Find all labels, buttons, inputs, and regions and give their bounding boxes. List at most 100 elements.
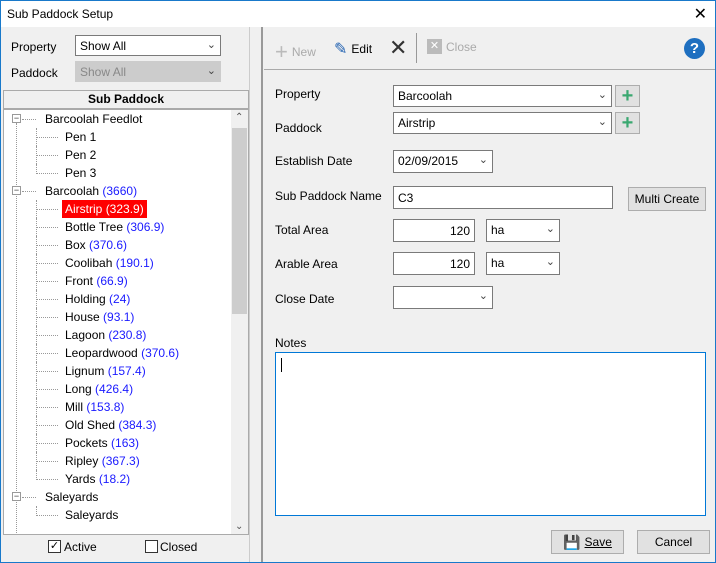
total-area-input[interactable]: 120 <box>393 219 475 242</box>
tree-item-label: Long <box>65 382 92 396</box>
notes-textarea[interactable] <box>275 352 706 516</box>
establish-date-picker[interactable]: 02/09/2015 ⌄ <box>393 150 493 173</box>
tree-connector <box>36 146 37 164</box>
close-date-picker[interactable]: ⌄ <box>393 286 493 309</box>
tree-header: Sub Paddock <box>3 90 249 109</box>
collapse-icon[interactable]: − <box>12 492 21 501</box>
tree-item[interactable]: Lignum (157.4) <box>62 362 149 380</box>
save-label: Save <box>584 535 612 549</box>
help-icon[interactable]: ? <box>684 38 705 59</box>
total-area-unit-select[interactable]: ha ⌄ <box>486 219 560 242</box>
chevron-down-icon: ⌄ <box>597 116 607 128</box>
total-area-label: Total Area <box>275 223 329 237</box>
scroll-thumb[interactable] <box>232 128 247 314</box>
tree-connector <box>36 209 58 210</box>
tree-item[interactable]: Saleyards <box>62 506 121 524</box>
tree-connector <box>36 461 58 462</box>
tree-connector <box>36 434 37 452</box>
chevron-down-icon: ⌄ <box>478 290 488 302</box>
tree-item[interactable]: Pen 2 <box>62 146 99 164</box>
filter-paddock-label: Paddock <box>11 66 58 80</box>
property-value: Barcoolah <box>398 89 453 103</box>
tree-item-area: (190.1) <box>115 256 154 270</box>
add-paddock-button[interactable]: + <box>615 112 640 134</box>
sub-paddock-tree[interactable]: ⌃ ⌄ Barcoolah Feedlot − Pen 1 Pen 2 Pen 3 Bar… <box>3 109 249 535</box>
tree-connector <box>36 479 58 480</box>
splitter[interactable] <box>249 27 263 562</box>
tree-item-area: (157.4) <box>107 364 146 378</box>
save-button[interactable]: 💾 Save <box>551 530 624 554</box>
close-button[interactable]: ✕ Close <box>427 39 477 54</box>
tree-item-label: Holding <box>65 292 106 306</box>
tree-item-label: House <box>65 310 100 324</box>
new-button[interactable]: + New <box>275 39 316 65</box>
tree-connector <box>36 245 58 246</box>
tree-item-area: (384.3) <box>118 418 157 432</box>
closed-checkbox[interactable] <box>145 540 158 553</box>
active-checkbox[interactable]: ✓ <box>48 540 61 553</box>
tree-connector <box>36 335 58 336</box>
tree-item[interactable]: Long (426.4) <box>62 380 136 398</box>
tree-connector <box>36 515 58 516</box>
tree-item[interactable]: Bottle Tree (306.9) <box>62 218 167 236</box>
collapse-icon[interactable]: − <box>12 186 21 195</box>
cancel-button[interactable]: Cancel <box>637 530 710 554</box>
chevron-down-icon: ⌄ <box>206 39 216 51</box>
add-property-button[interactable]: + <box>615 85 640 107</box>
property-select[interactable]: Barcoolah ⌄ <box>393 85 612 107</box>
paddock-select[interactable]: Airstrip ⌄ <box>393 112 612 134</box>
tree-item-area: (370.6) <box>141 346 180 360</box>
tree-item[interactable]: Box (370.6) <box>62 236 130 254</box>
tree-group[interactable]: Barcoolah (3660) <box>42 182 140 200</box>
arable-area-unit-select[interactable]: ha ⌄ <box>486 252 560 275</box>
arable-area-input[interactable]: 120 <box>393 252 475 275</box>
tree-item-area: (18.2) <box>98 472 131 486</box>
toolbar: + New ✎ Edit ✕ ✕ Close ? <box>264 27 715 70</box>
plus-icon: + <box>275 39 288 64</box>
tree-connector <box>36 407 58 408</box>
tree-item[interactable]: Old Shed (384.3) <box>62 416 159 434</box>
tree-item[interactable]: Leopardwood (370.6) <box>62 344 182 362</box>
filter-property-select[interactable]: Show All ⌄ <box>75 35 221 56</box>
tree-item[interactable]: Airstrip (323.9) <box>62 200 147 218</box>
tree-connector <box>36 281 58 282</box>
sub-paddock-name-input[interactable]: C3 <box>393 186 613 209</box>
tree-item[interactable]: Coolibah (190.1) <box>62 254 157 272</box>
tree-item-area: (24) <box>109 292 131 306</box>
collapse-icon[interactable]: − <box>12 114 21 123</box>
tree-item[interactable]: Pen 3 <box>62 164 99 182</box>
delete-x-button[interactable]: ✕ <box>389 35 407 61</box>
tree-connector <box>36 362 37 380</box>
tree-scrollbar[interactable]: ⌃ ⌄ <box>231 110 248 534</box>
tree-connector <box>36 137 58 138</box>
scroll-up-icon[interactable]: ⌃ <box>235 112 243 123</box>
multi-create-button[interactable]: Multi Create <box>628 187 706 211</box>
x-icon: ✕ <box>389 35 408 60</box>
text-caret <box>281 358 282 372</box>
new-label: New <box>291 45 316 59</box>
scroll-down-icon[interactable]: ⌄ <box>235 521 243 532</box>
sub-paddock-name-label: Sub Paddock Name <box>275 189 382 203</box>
chevron-down-icon: ⌄ <box>478 154 488 166</box>
tree-item[interactable]: House (93.1) <box>62 308 137 326</box>
tree-connector <box>36 317 58 318</box>
tree-item[interactable]: Mill (153.8) <box>62 398 127 416</box>
tree-group[interactable]: Saleyards <box>42 488 101 506</box>
tree-item[interactable]: Yards (18.2) <box>62 470 133 488</box>
close-window-icon[interactable]: ✕ <box>694 4 707 24</box>
tree-item[interactable]: Pockets (163) <box>62 434 142 452</box>
right-panel: + New ✎ Edit ✕ ✕ Close ? Property Barcoolah… <box>264 27 715 562</box>
edit-button[interactable]: ✎ Edit <box>334 39 372 59</box>
tree-item[interactable]: Front (66.9) <box>62 272 131 290</box>
tree-connector <box>36 506 37 516</box>
tree-item-label: Pockets <box>65 436 108 450</box>
tree-item[interactable]: Pen 1 <box>62 128 99 146</box>
close-box-icon: ✕ <box>427 39 442 54</box>
tree-item[interactable]: Ripley (367.3) <box>62 452 143 470</box>
tree-item-area: (306.9) <box>126 220 165 234</box>
tree-item[interactable]: Lagoon (230.8) <box>62 326 149 344</box>
tree-item[interactable]: Holding (24) <box>62 290 133 308</box>
tree-item-label: Yards <box>65 472 96 486</box>
tree-group[interactable]: Barcoolah Feedlot <box>42 110 145 128</box>
tree-item-label: Airstrip <box>65 202 103 216</box>
